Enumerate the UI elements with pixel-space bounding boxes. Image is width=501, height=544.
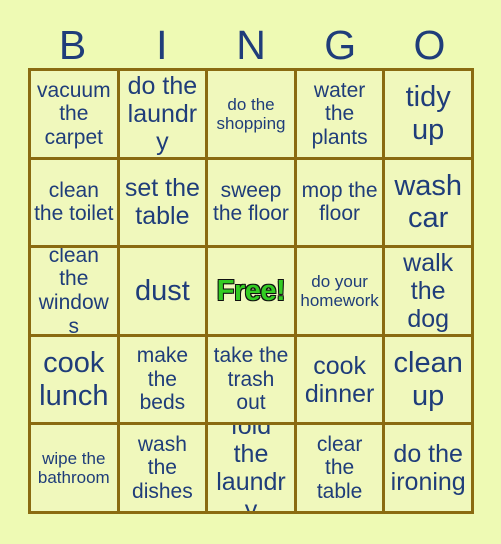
bingo-cell-label: do your homework: [300, 271, 379, 310]
bingo-cell[interactable]: clean the windows: [31, 248, 117, 334]
bingo-cell[interactable]: clean up: [385, 336, 471, 423]
bingo-header-letter-b: B: [58, 22, 87, 68]
bingo-cell[interactable]: sweep the floor: [208, 159, 294, 246]
bingo-cell-label: wash the dishes: [132, 432, 193, 503]
bingo-cell-label: dust: [134, 274, 190, 307]
bingo-cell[interactable]: walk the dog: [385, 248, 471, 334]
bingo-cell-label: Free!: [216, 274, 286, 308]
bingo-cell[interactable]: cook lunch: [31, 336, 117, 423]
bingo-card: B I N G O vacuum the carpet do the laundry do …: [0, 0, 501, 544]
bingo-grid: vacuum the carpet do the laundry do the sh…: [28, 68, 474, 514]
bingo-cell-label: do the ironing: [390, 440, 466, 497]
bingo-cell-label: do the shopping: [216, 94, 286, 133]
bingo-cell-label: make the beds: [136, 344, 189, 415]
bingo-cell-label: mop the floor: [301, 178, 378, 226]
bingo-cell-label: fold the laundry: [216, 425, 286, 511]
bingo-cell-free[interactable]: Free!: [208, 248, 294, 334]
bingo-cell[interactable]: clean the toilet: [31, 159, 117, 246]
bingo-cell[interactable]: do the laundry: [119, 71, 206, 157]
bingo-header-row: BINGO: [28, 22, 474, 68]
bingo-cell[interactable]: clear the table: [296, 425, 383, 511]
bingo-cell-label: cook dinner: [304, 351, 375, 408]
bingo-cell[interactable]: water the plants: [296, 71, 383, 157]
bingo-cell-label: take the trash out: [213, 344, 289, 415]
bingo-cell-label: tidy up: [405, 81, 451, 146]
bingo-cell[interactable]: do your homework: [296, 248, 383, 334]
bingo-cell-label: walk the dog: [403, 249, 454, 333]
bingo-header-letter-g: G: [324, 22, 357, 68]
bingo-cell-label: clear the table: [316, 432, 363, 503]
bingo-cell-label: clean the windows: [38, 248, 109, 334]
bingo-cell[interactable]: wipe the bathroom: [31, 425, 117, 511]
bingo-cell-label: wipe the bathroom: [37, 449, 110, 488]
bingo-cell-label: sweep the floor: [213, 178, 289, 226]
bingo-header-letter-i: I: [156, 22, 168, 68]
bingo-cell[interactable]: do the shopping: [208, 71, 294, 157]
bingo-cell[interactable]: dust: [119, 248, 206, 334]
bingo-cell[interactable]: do the ironing: [385, 425, 471, 511]
bingo-cell-label: clean the toilet: [34, 178, 114, 226]
bingo-cell-label: clean up: [393, 347, 463, 412]
bingo-cell-label: set the table: [124, 174, 200, 231]
bingo-cell-label: vacuum the carpet: [37, 78, 111, 149]
bingo-cell[interactable]: take the trash out: [208, 336, 294, 423]
bingo-cell[interactable]: mop the floor: [296, 159, 383, 246]
bingo-cell[interactable]: vacuum the carpet: [31, 71, 117, 157]
bingo-cell[interactable]: tidy up: [385, 71, 471, 157]
bingo-cell[interactable]: cook dinner: [296, 336, 383, 423]
bingo-cell-label: water the plants: [311, 78, 368, 149]
bingo-cell[interactable]: fold the laundry: [208, 425, 294, 511]
bingo-cell[interactable]: make the beds: [119, 336, 206, 423]
bingo-cell[interactable]: set the table: [119, 159, 206, 246]
bingo-cell[interactable]: wash car: [385, 159, 471, 246]
bingo-header-letter-o: O: [413, 22, 446, 68]
bingo-cell-label: do the laundry: [127, 71, 198, 156]
bingo-cell-label: cook lunch: [39, 347, 109, 412]
bingo-cell-label: wash car: [394, 169, 463, 235]
bingo-header-letter-n: N: [236, 22, 266, 68]
bingo-cell[interactable]: wash the dishes: [119, 425, 206, 511]
